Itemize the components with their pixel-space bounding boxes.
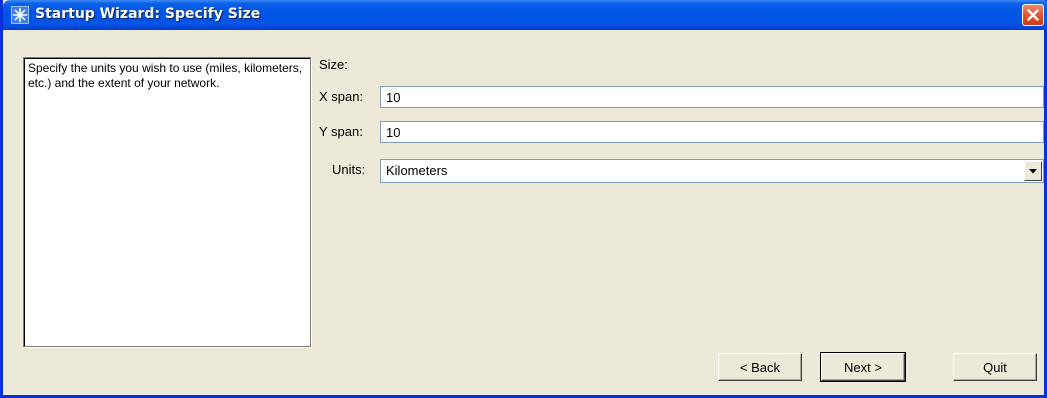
y-span-input[interactable]: [380, 121, 1044, 143]
quit-button-label: Quit: [983, 359, 1007, 375]
units-select[interactable]: Kilometers: [380, 159, 1044, 183]
close-icon: [1027, 9, 1039, 21]
quit-button[interactable]: Quit: [953, 353, 1037, 381]
size-label: Size:: [319, 57, 348, 72]
units-dropdown-button[interactable]: [1024, 161, 1042, 181]
window-title: Startup Wizard: Specify Size: [35, 6, 261, 22]
back-button-label: < Back: [739, 359, 781, 375]
next-button-label: Next >: [844, 359, 882, 375]
wizard-window: Startup Wizard: Specify Size Specify the…: [0, 0, 1047, 398]
next-button[interactable]: Next >: [820, 352, 906, 382]
help-text: Specify the units you wish to use (miles…: [28, 61, 303, 90]
x-span-input[interactable]: [380, 86, 1044, 108]
y-span-label: Y span:: [319, 124, 363, 139]
back-button[interactable]: < Back: [718, 353, 802, 381]
x-span-label: X span:: [319, 89, 364, 104]
chevron-down-icon: [1029, 169, 1037, 174]
units-selected-value: Kilometers: [386, 163, 448, 178]
title-bar[interactable]: Startup Wizard: Specify Size: [3, 0, 1047, 30]
help-text-panel: Specify the units you wish to use (miles…: [23, 57, 311, 347]
units-label: Units:: [332, 162, 366, 177]
close-button[interactable]: [1022, 4, 1044, 26]
star-icon: [11, 6, 29, 24]
